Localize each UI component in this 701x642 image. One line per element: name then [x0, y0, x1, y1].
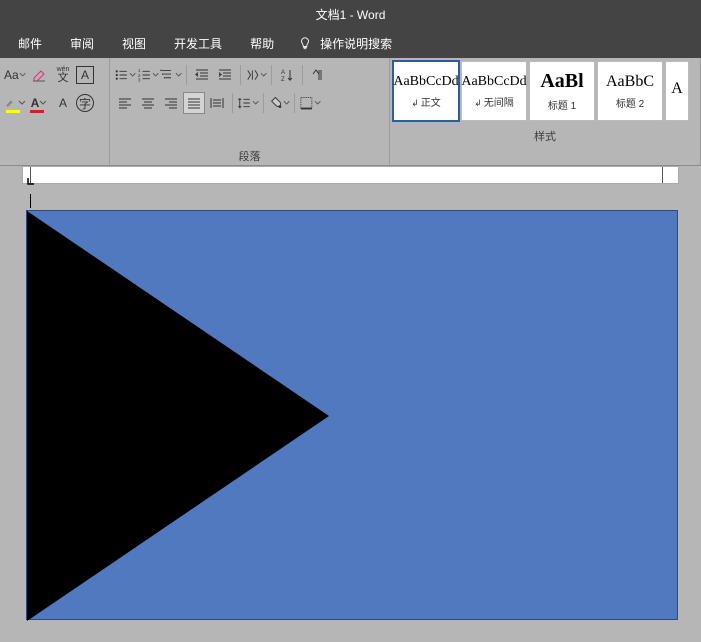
tab-devtools[interactable]: 开发工具 — [160, 35, 236, 52]
sort-button[interactable]: AZ — [276, 64, 298, 86]
show-hide-marks-button[interactable] — [307, 64, 329, 86]
styles-group-label: 样式 — [390, 128, 700, 146]
style-preview: AaBbCcDd — [393, 74, 458, 90]
tab-mail[interactable]: 邮件 — [4, 35, 56, 52]
highlight-color-button[interactable] — [4, 92, 26, 114]
font-color-button[interactable]: A — [28, 92, 50, 114]
style-normal[interactable]: AaBbCcDd ↲正文 — [393, 61, 459, 121]
ribbon-group-font: Aa wén 文 A A — [0, 58, 110, 165]
horizontal-ruler[interactable] — [22, 166, 679, 184]
title-bar: 文档1 - Word — [0, 0, 701, 28]
style-preview: A — [671, 80, 683, 98]
inserted-shape-triangle[interactable] — [27, 211, 329, 621]
svg-text:Z: Z — [281, 77, 285, 83]
style-label: ↲无间隔 — [474, 94, 514, 109]
lightbulb-icon — [298, 36, 312, 50]
style-label: 标题 1 — [548, 97, 576, 112]
align-right-button[interactable] — [160, 92, 182, 114]
ribbon: Aa wén 文 A A — [0, 58, 701, 166]
styles-gallery[interactable]: AaBbCcDd ↲正文 AaBbCcDd ↲无间隔 AaBl 标题 1 AaB… — [390, 58, 700, 128]
clear-formatting-button[interactable] — [28, 64, 50, 86]
style-label: 标题 2 — [616, 95, 644, 110]
style-nospacing[interactable]: AaBbCcDd ↲无间隔 — [461, 61, 527, 121]
distributed-button[interactable] — [206, 92, 228, 114]
font-group-label — [0, 148, 109, 165]
increase-indent-button[interactable] — [214, 64, 236, 86]
asian-layout-button[interactable] — [245, 64, 267, 86]
phonetic-guide-button[interactable]: wén 文 — [52, 64, 74, 86]
svg-text:A: A — [281, 70, 285, 76]
change-case-button[interactable]: Aa — [4, 64, 26, 86]
ribbon-group-paragraph: 123 AZ — [110, 58, 390, 165]
multilevel-list-button[interactable] — [160, 64, 182, 86]
inserted-shape-rectangle[interactable] — [26, 210, 678, 620]
tab-help[interactable]: 帮助 — [236, 35, 288, 52]
align-justify-button[interactable] — [183, 92, 205, 114]
borders-button[interactable] — [299, 92, 321, 114]
window-title: 文档1 - Word — [316, 6, 386, 23]
document-area — [0, 166, 701, 642]
shading-button[interactable] — [268, 92, 290, 114]
menu-bar: 邮件 审阅 视图 开发工具 帮助 操作说明搜索 — [0, 28, 701, 58]
style-more[interactable]: A — [665, 61, 689, 121]
style-preview: AaBbCcDd — [461, 74, 526, 90]
character-border-button[interactable]: A — [76, 66, 94, 84]
tab-view[interactable]: 视图 — [108, 35, 160, 52]
numbering-button[interactable]: 123 — [137, 64, 159, 86]
bullets-button[interactable] — [114, 64, 136, 86]
style-preview: AaBl — [540, 70, 583, 93]
line-spacing-button[interactable] — [237, 92, 259, 114]
tab-review[interactable]: 审阅 — [56, 35, 108, 52]
style-heading1[interactable]: AaBl 标题 1 — [529, 61, 595, 121]
align-left-button[interactable] — [114, 92, 136, 114]
paragraph-group-label: 段落 — [110, 148, 389, 166]
decrease-indent-button[interactable] — [191, 64, 213, 86]
tell-me-search[interactable]: 操作说明搜索 — [288, 35, 392, 52]
svg-text:3: 3 — [138, 77, 141, 82]
character-shading-button[interactable]: A — [52, 92, 74, 114]
style-heading2[interactable]: AaBbC 标题 2 — [597, 61, 663, 121]
ruler-right-margin[interactable] — [662, 167, 670, 183]
ribbon-group-styles: AaBbCcDd ↲正文 AaBbCcDd ↲无间隔 AaBl 标题 1 AaB… — [390, 58, 701, 165]
style-preview: AaBbC — [606, 73, 654, 91]
text-cursor — [30, 194, 31, 208]
tell-me-label: 操作说明搜索 — [320, 35, 392, 52]
ruler-tab-selector[interactable] — [27, 177, 35, 185]
style-label: ↲正文 — [411, 94, 441, 109]
enclose-characters-button[interactable]: 字 — [76, 94, 94, 112]
align-center-button[interactable] — [137, 92, 159, 114]
